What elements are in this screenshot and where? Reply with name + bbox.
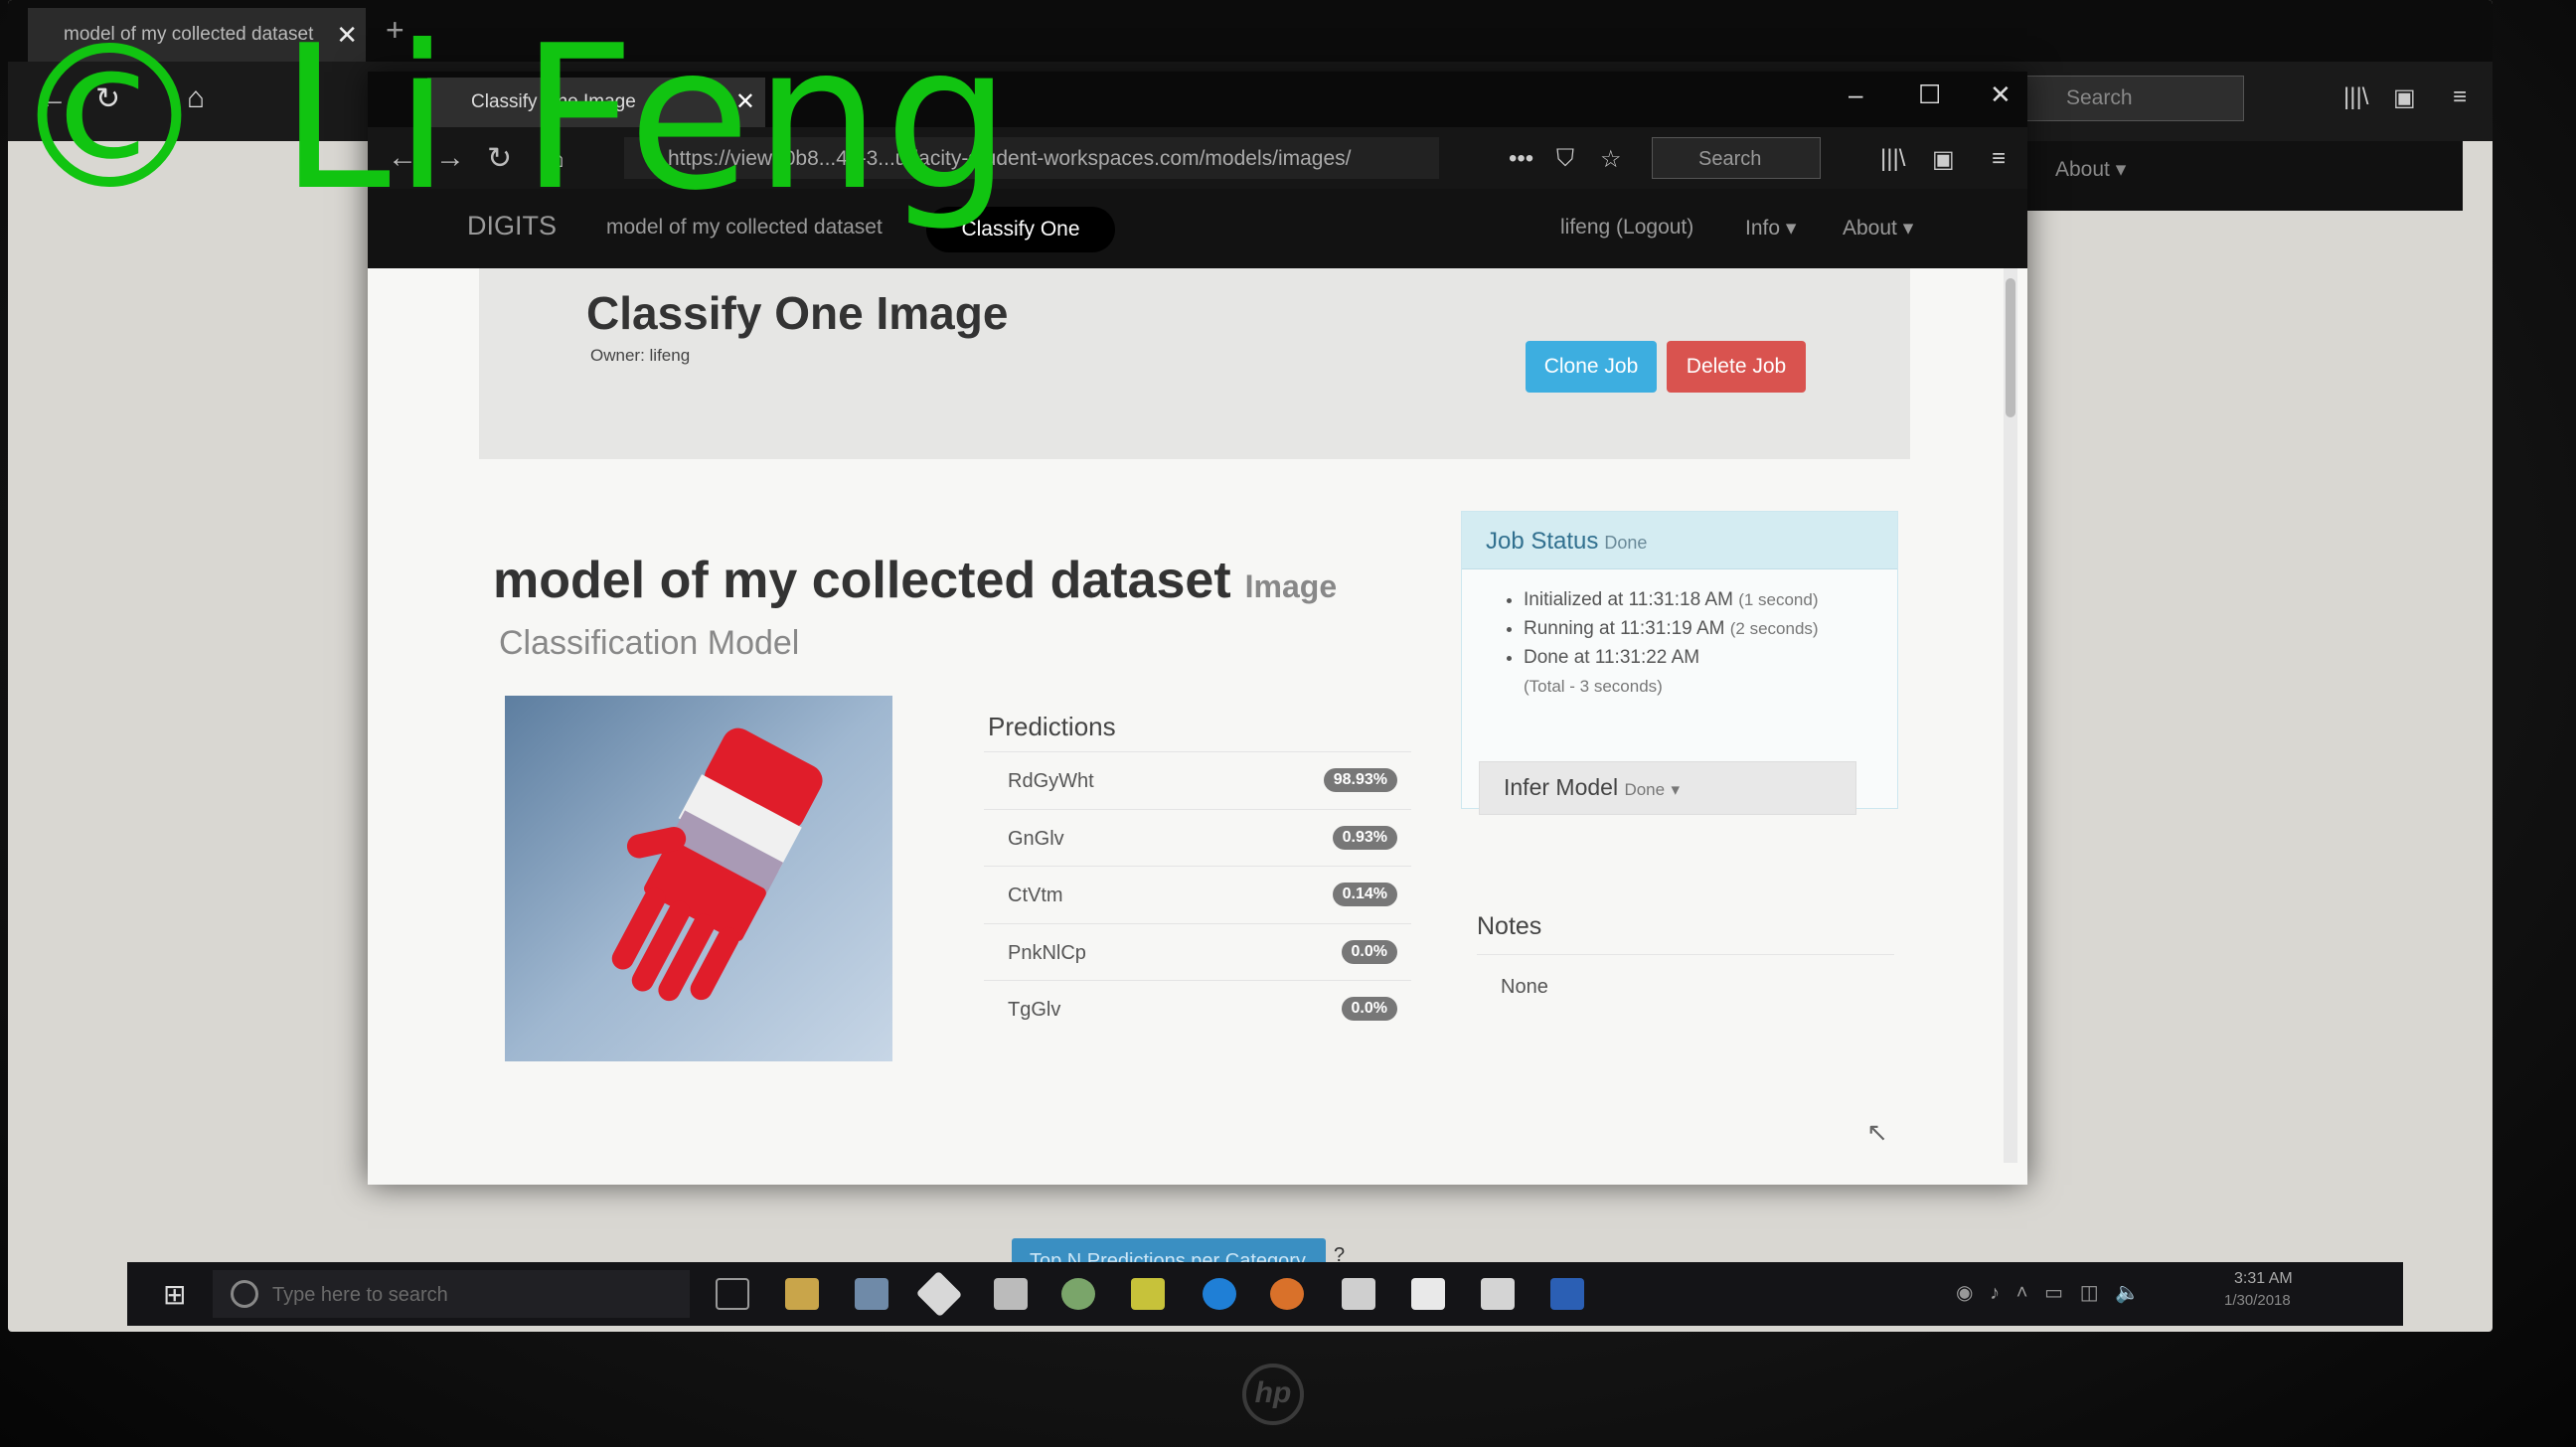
word-icon[interactable] (1550, 1278, 1584, 1310)
library-icon[interactable]: |||\ (2343, 83, 2368, 111)
page-content: Classify One Image Owner: lifeng Clone J… (368, 268, 2027, 1185)
job-status-heading: Job Status Done (1462, 512, 1897, 569)
sidebar-icon[interactable]: ▣ (2393, 83, 2416, 112)
model-heading: model of my collected dataset Image (493, 551, 1337, 610)
menu-icon[interactable]: ≡ (1992, 145, 2006, 173)
notes-divider (1477, 954, 1894, 955)
mouse-cursor-icon: ↖ (1866, 1117, 1888, 1147)
prediction-label: CtVtm (1008, 884, 1063, 906)
firefox-icon[interactable] (1270, 1278, 1304, 1310)
infer-model-dropdown[interactable]: Infer Model Done ▾ (1479, 761, 1856, 815)
calculator-icon[interactable] (994, 1278, 1028, 1310)
prediction-label: RdGyWht (1008, 770, 1094, 792)
background-about-menu[interactable]: About ▾ (2055, 157, 2126, 182)
prediction-label: GnGlv (1008, 827, 1064, 850)
windows-taskbar: ⊞ Type here to search ◉ ♪ ˄ ▭ ◫ 🔈 3:31 A… (127, 1262, 2403, 1326)
classified-image (505, 696, 892, 1061)
more-icon[interactable]: ••• (1509, 145, 1533, 173)
taskbar-search-placeholder: Type here to search (272, 1284, 448, 1306)
predictions-title: Predictions (988, 712, 1116, 741)
clock-date[interactable]: 1/30/2018 (2224, 1292, 2291, 1309)
prediction-row: GnGlv 0.93% (984, 808, 1411, 867)
prediction-badge: 0.0% (1341, 997, 1397, 1021)
notes-title: Notes (1477, 912, 1542, 940)
page-title: Classify One Image (586, 287, 1009, 339)
model-name: model of my collected dataset (493, 552, 1231, 609)
job-status-events: Initialized at 11:31:18 AM (1 second) Ru… (1462, 569, 1897, 701)
minimize-icon[interactable]: – (1849, 80, 1862, 110)
task-view-icon[interactable] (716, 1278, 749, 1310)
about-menu[interactable]: About ▾ (1843, 216, 1913, 241)
app-icon[interactable] (1342, 1278, 1375, 1310)
model-type: Image (1244, 568, 1338, 604)
document-icon[interactable] (1411, 1278, 1445, 1310)
maximize-icon[interactable]: ☐ (1918, 80, 1941, 110)
window-close-icon[interactable]: ✕ (1990, 80, 2012, 110)
scroll-thumb[interactable] (2006, 278, 2015, 417)
job-status-state: Done (1604, 533, 1648, 553)
prediction-label: PnkNlCp (1008, 941, 1086, 964)
watermark: © Li Feng (10, 3, 1015, 235)
menu-icon[interactable]: ≡ (2453, 83, 2467, 111)
prediction-badge: 0.0% (1341, 939, 1397, 964)
browser-window: Classify One Image ✕ – ☐ ✕ ← → ↻ ⌂ https… (368, 72, 2027, 1185)
prediction-badge: 0.93% (1332, 825, 1397, 850)
background-search-input[interactable]: Search (2025, 76, 2244, 121)
edge-icon[interactable] (1203, 1278, 1236, 1310)
info-menu[interactable]: Info ▾ (1745, 216, 1796, 241)
document-icon[interactable] (1481, 1278, 1515, 1310)
caret-down-icon: ▾ (1671, 780, 1681, 799)
library-icon[interactable]: |||\ (1880, 145, 1905, 173)
job-header: Classify One Image Owner: lifeng Clone J… (479, 268, 1910, 459)
status-event: Running at 11:31:19 AM (2 seconds) (1524, 614, 1897, 643)
model-subtitle: Classification Model (499, 624, 800, 662)
taskbar-search-input[interactable]: Type here to search (213, 1270, 690, 1318)
app-icon[interactable] (855, 1278, 888, 1310)
prediction-label: TgGlv (1008, 999, 1061, 1021)
clock-time[interactable]: 3:31 AM (2234, 1270, 2293, 1288)
prediction-badge: 0.14% (1332, 883, 1397, 906)
predictions-table: RdGyWht 98.93% GnGlv 0.93% CtVtm 0.14% P… (984, 751, 1411, 1038)
prediction-row: TgGlv 0.0% (984, 980, 1411, 1038)
clone-job-button[interactable]: Clone Job (1526, 341, 1657, 393)
prediction-badge: 98.93% (1323, 768, 1397, 792)
prediction-row: CtVtm 0.14% (984, 866, 1411, 923)
job-owner: Owner: lifeng (590, 346, 691, 365)
user-logout-link[interactable]: lifeng (Logout) (1560, 216, 1693, 240)
status-event: Done at 11:31:22 AM(Total - 3 seconds) (1524, 643, 1897, 701)
pocket-icon[interactable]: ⛉ (1556, 145, 1574, 173)
app-icon[interactable] (1131, 1278, 1165, 1310)
prediction-row: RdGyWht 98.93% (984, 751, 1411, 809)
git-icon[interactable] (915, 1270, 963, 1318)
delete-job-button[interactable]: Delete Job (1667, 341, 1806, 393)
cortana-icon (231, 1280, 258, 1308)
browser-search-input[interactable]: Search (1652, 137, 1821, 179)
bookmark-star-icon[interactable]: ☆ (1600, 145, 1622, 174)
prediction-row: PnkNlCp 0.0% (984, 922, 1411, 981)
status-event: Initialized at 11:31:18 AM (1 second) (1524, 585, 1897, 614)
hp-logo: hp (1242, 1364, 1304, 1425)
system-tray[interactable]: ◉ ♪ ˄ ▭ ◫ 🔈 (1956, 1280, 2140, 1305)
notes-value: None (1501, 976, 1548, 998)
sidebar-icon[interactable]: ▣ (1932, 145, 1955, 174)
job-status-title: Job Status (1486, 528, 1599, 555)
windows-start-icon[interactable]: ⊞ (163, 1278, 186, 1311)
page-scrollbar[interactable] (2004, 268, 2017, 1163)
file-explorer-icon[interactable] (785, 1278, 819, 1310)
chrome-icon[interactable] (1061, 1278, 1095, 1310)
